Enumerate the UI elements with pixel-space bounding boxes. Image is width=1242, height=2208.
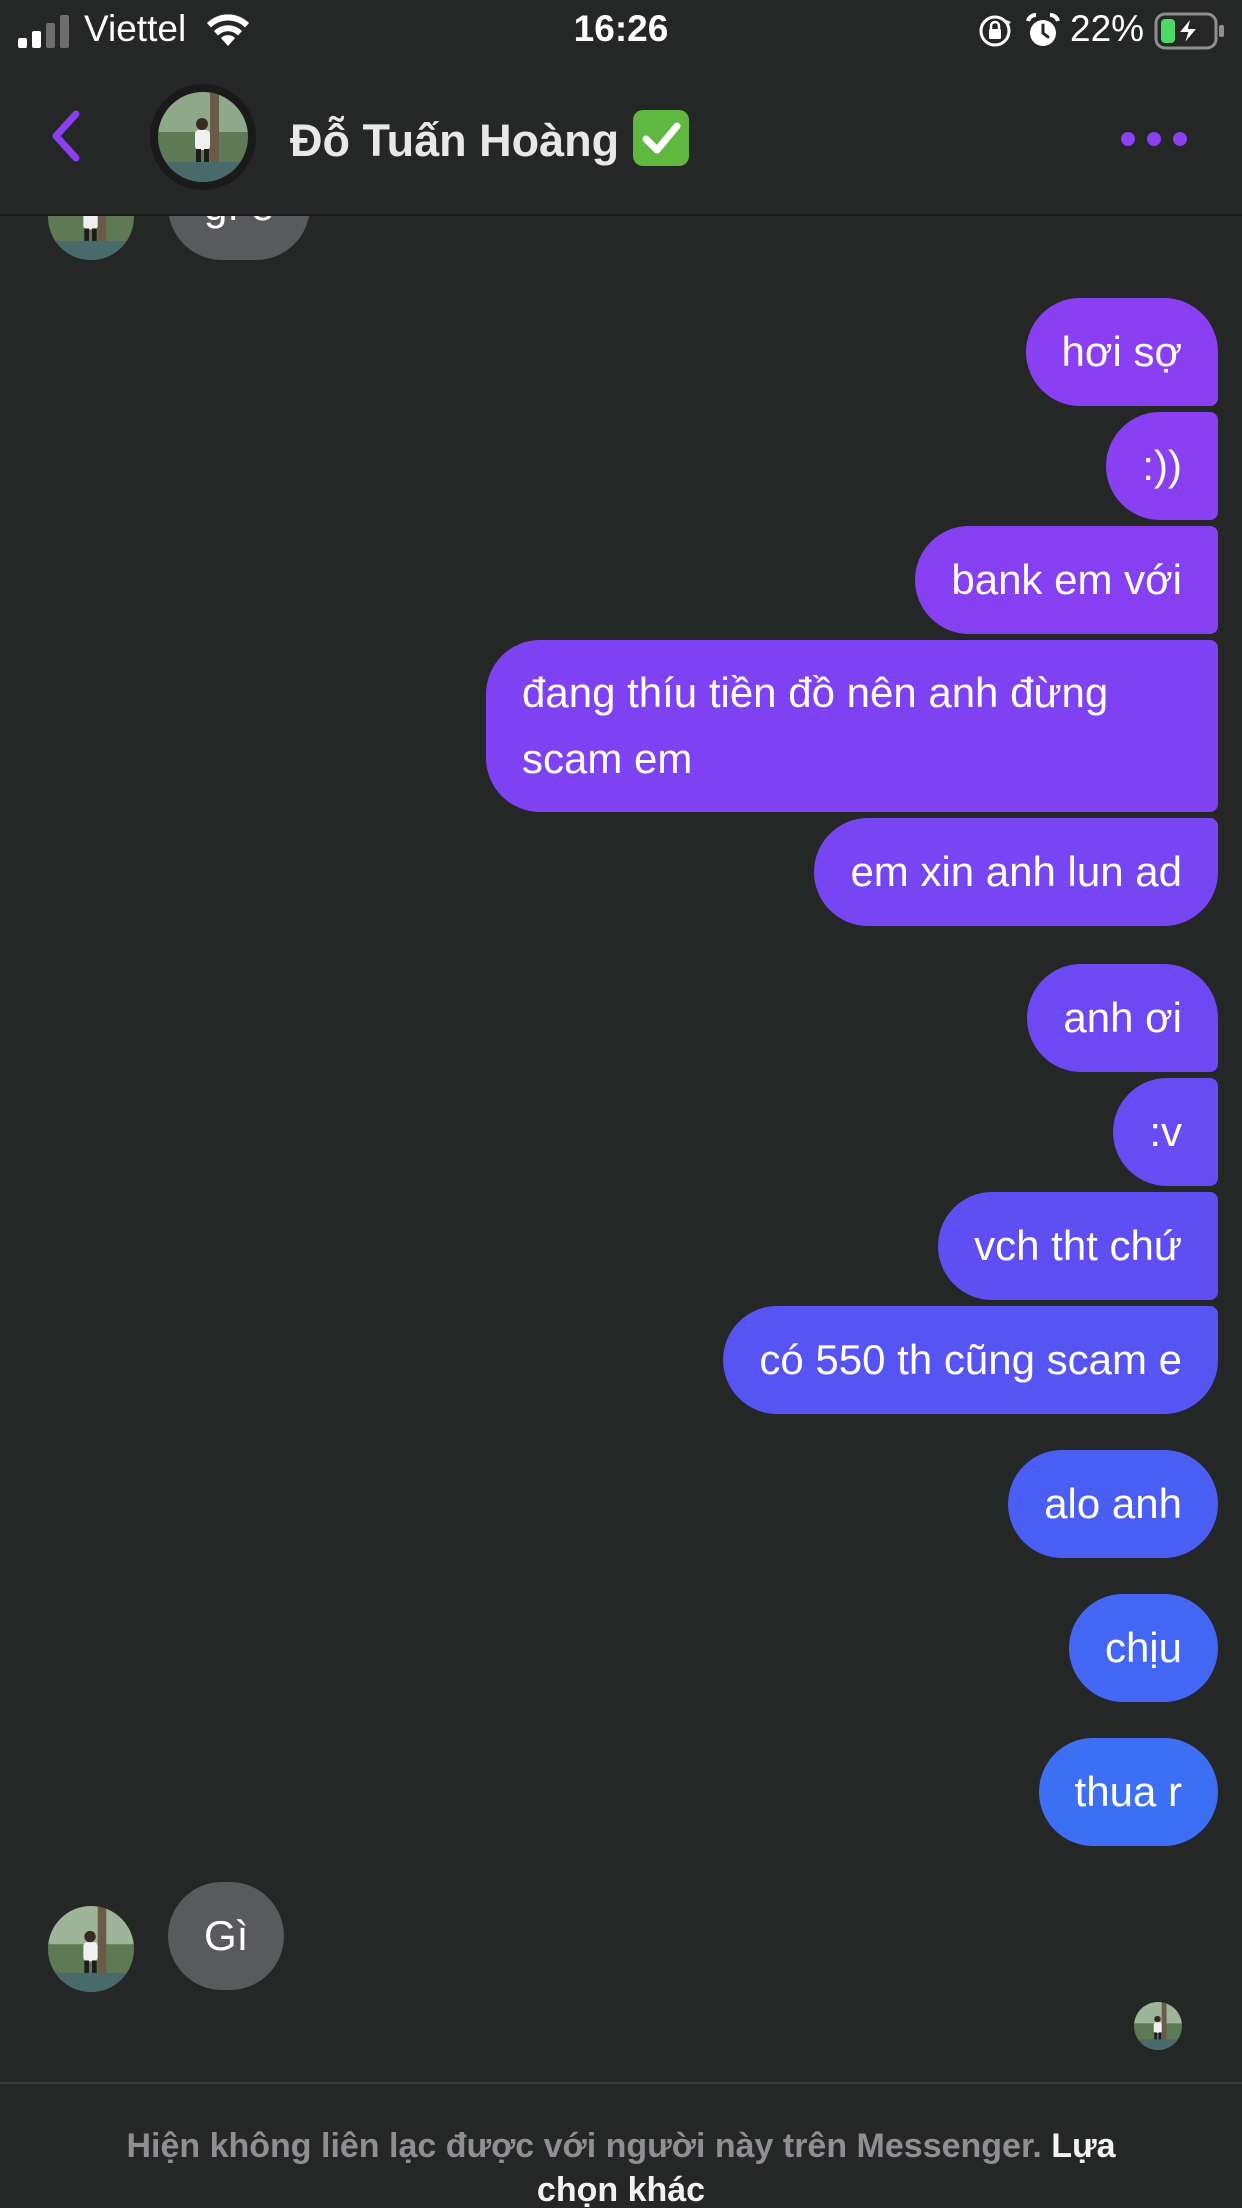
outgoing-message-bubble[interactable]: em xin anh lun ad (814, 818, 1218, 926)
unavailable-notice-bar: Hiện không liên lạc được với người này t… (0, 2082, 1242, 2208)
contact-name-row[interactable]: Đỗ Tuấn Hoàng (290, 110, 690, 167)
sender-avatar[interactable] (48, 1906, 134, 1992)
chat-header: Đỗ Tuấn Hoàng (0, 62, 1242, 216)
outgoing-message-bubble[interactable]: chịu (1068, 1594, 1218, 1702)
message-text: anh ơi (1063, 994, 1182, 1041)
incoming-message-bubble[interactable]: Gì (168, 1882, 285, 1990)
outgoing-message-bubble[interactable]: bank em với (915, 526, 1218, 634)
outgoing-message-bubble[interactable]: thua r (1038, 1738, 1218, 1846)
outgoing-message-bubble[interactable]: :v (1113, 1078, 1218, 1186)
contact-avatar[interactable] (150, 84, 256, 190)
back-button[interactable] (40, 106, 100, 166)
battery-percent: 22% (1070, 8, 1145, 49)
outgoing-message-bubble[interactable]: :)) (1106, 412, 1218, 520)
avatar-photo-icon (48, 1906, 134, 1992)
read-receipt-avatar (1134, 2002, 1182, 2050)
message-text: có 550 th cũng scam e (759, 1336, 1182, 1383)
messenger-chat-screen: Viettel 16:26 22% Đỗ Tuấn Hoàng hơi sợ:… (0, 0, 1242, 2208)
message-text: đang thíu tiền đồ nên anh đừng scam em (522, 669, 1109, 782)
message-text: :v (1149, 1108, 1182, 1155)
unavailable-notice: Hiện không liên lạc được với người này t… (120, 2124, 1122, 2208)
outgoing-message-bubble[interactable]: đang thíu tiền đồ nên anh đừng scam em (486, 640, 1218, 812)
avatar-photo-icon (1134, 2002, 1182, 2050)
check-mark-button-icon (633, 110, 690, 166)
message-text: Gì (204, 1912, 249, 1959)
outgoing-message-bubble[interactable]: anh ơi (1027, 964, 1218, 1072)
message-text: bank em với (951, 556, 1182, 603)
message-text: hơi sợ (1061, 328, 1182, 375)
outgoing-message-bubble[interactable]: alo anh (1008, 1450, 1218, 1558)
outgoing-message-bubble[interactable]: có 550 th cũng scam e (723, 1306, 1218, 1414)
notice-text: Hiện không liên lạc được với người này t… (126, 2127, 1042, 2165)
battery-charging-icon (1154, 12, 1224, 50)
message-text: thua r (1074, 1768, 1182, 1815)
outgoing-message-bubble[interactable]: hơi sợ (1025, 298, 1218, 406)
outgoing-message-bubble[interactable]: vch tht chứ (938, 1192, 1218, 1300)
more-options-button[interactable] (1118, 124, 1190, 154)
status-bar: Viettel 16:26 22% (0, 0, 1242, 62)
avatar-photo-icon (158, 92, 248, 182)
message-text: :)) (1142, 442, 1182, 489)
message-text: vch tht chứ (974, 1222, 1182, 1269)
message-text: em xin anh lun ad (850, 848, 1182, 895)
message-text: alo anh (1044, 1480, 1182, 1527)
contact-name: Đỗ Tuấn Hoàng (290, 115, 620, 166)
alarm-icon (1026, 13, 1060, 46)
message-text: chịu (1104, 1624, 1182, 1671)
orientation-lock-icon (979, 15, 1011, 47)
